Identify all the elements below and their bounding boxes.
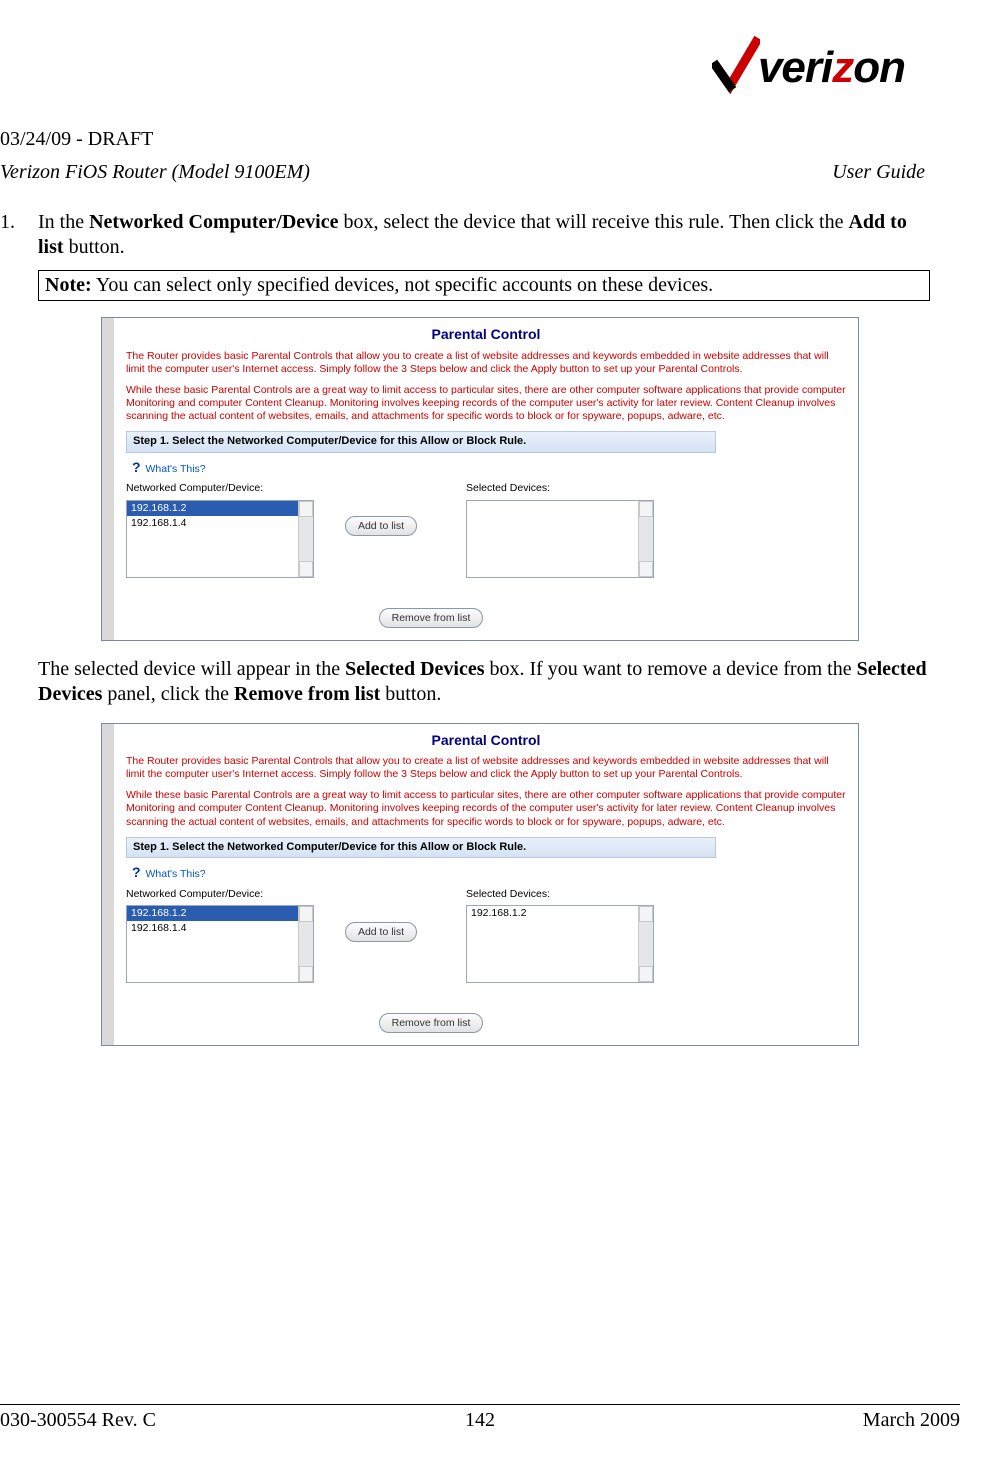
networked-label: Networked Computer/Device: — [126, 888, 316, 901]
panel-title: Parental Control — [126, 732, 846, 750]
selected-devices-listbox[interactable]: 192.168.1.2 — [466, 905, 654, 983]
question-icon: ? — [132, 459, 141, 475]
networked-device-listbox[interactable]: 192.168.1.2 192.168.1.4 — [126, 905, 314, 983]
model-line: Verizon FiOS Router (Model 9100EM) — [0, 161, 310, 183]
verizon-logo: verizon — [712, 30, 905, 110]
list-item[interactable]: 192.168.1.2 — [127, 501, 313, 516]
doc-id: 030-300554 Rev. C — [0, 1409, 156, 1431]
remove-from-list-button[interactable]: Remove from list — [379, 608, 484, 628]
whats-this-link[interactable]: ? What's This? — [132, 459, 846, 477]
screenshot-1: Parental Control The Router provides bas… — [101, 317, 859, 641]
step-1: 1. In the Networked Computer/Device box,… — [0, 210, 960, 260]
panel-desc-2: While these basic Parental Controls are … — [126, 789, 846, 828]
step-bar: Step 1. Select the Networked Computer/De… — [126, 837, 716, 859]
logo-area: verizon — [0, 20, 960, 110]
panel-desc-1: The Router provides basic Parental Contr… — [126, 350, 846, 376]
brand-text: verizon — [758, 43, 905, 92]
check-icon — [712, 36, 760, 99]
panel-title: Parental Control — [126, 326, 846, 344]
selected-label: Selected Devices: — [466, 482, 656, 495]
step-bar: Step 1. Select the Networked Computer/De… — [126, 431, 716, 453]
document-page: verizon 03/24/09 - DRAFT Verizon FiOS Ro… — [0, 0, 990, 1460]
panel-desc-1: The Router provides basic Parental Contr… — [126, 755, 846, 781]
list-item[interactable]: 192.168.1.2 — [467, 906, 653, 921]
body-content: 1. In the Networked Computer/Device box,… — [0, 184, 960, 1046]
step-number: 1. — [0, 210, 38, 260]
whats-this-link[interactable]: ? What's This? — [132, 864, 846, 882]
list-item[interactable]: 192.168.1.4 — [127, 921, 313, 936]
question-icon: ? — [132, 864, 141, 880]
remove-from-list-button[interactable]: Remove from list — [379, 1013, 484, 1033]
scrollbar[interactable] — [638, 501, 653, 577]
footer-date: March 2009 — [863, 1409, 960, 1432]
screenshot-2: Parental Control The Router provides bas… — [101, 723, 859, 1047]
page-number: 142 — [465, 1409, 495, 1432]
draft-line: 03/24/09 - DRAFT — [0, 110, 960, 151]
guide-label: User Guide — [832, 161, 925, 184]
subheader: Verizon FiOS Router (Model 9100EM) User … — [0, 161, 960, 184]
add-to-list-button[interactable]: Add to list — [345, 922, 417, 942]
selected-devices-listbox[interactable] — [466, 500, 654, 578]
panel-desc-2: While these basic Parental Controls are … — [126, 384, 846, 423]
networked-device-listbox[interactable]: 192.168.1.2 192.168.1.4 — [126, 500, 314, 578]
networked-label: Networked Computer/Device: — [126, 482, 316, 495]
list-item[interactable]: 192.168.1.4 — [127, 516, 313, 531]
list-item[interactable]: 192.168.1.2 — [127, 906, 313, 921]
step-text: In the Networked Computer/Device box, se… — [38, 210, 960, 260]
page-footer: 030-300554 Rev. C 142 March 2009 — [0, 1404, 960, 1432]
note-box: Note: You can select only specified devi… — [38, 270, 930, 301]
scrollbar[interactable] — [638, 906, 653, 982]
add-to-list-button[interactable]: Add to list — [345, 516, 417, 536]
mid-paragraph: The selected device will appear in the S… — [38, 657, 930, 707]
scrollbar[interactable] — [298, 501, 313, 577]
scrollbar[interactable] — [298, 906, 313, 982]
selected-label: Selected Devices: — [466, 888, 656, 901]
